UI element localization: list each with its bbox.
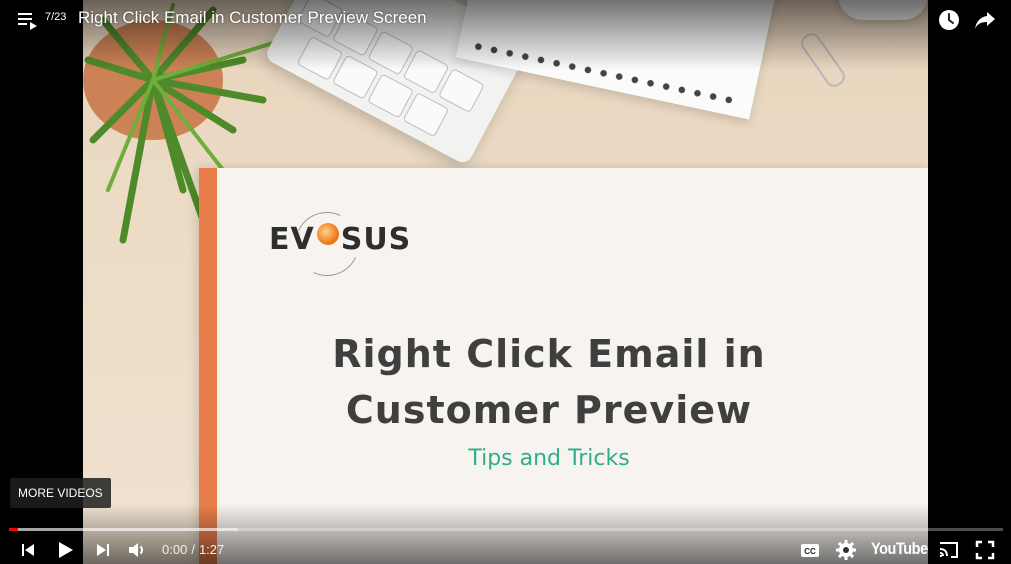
video-frame[interactable]: EV SUS Right Click Email in Customer Prev… <box>83 0 928 564</box>
share-icon[interactable] <box>973 8 997 32</box>
settings-icon <box>836 540 856 560</box>
fullscreen-icon <box>975 540 995 560</box>
captions-button[interactable]: CC <box>798 538 822 562</box>
slide-title: Right Click Email in Customer Preview <box>299 326 799 438</box>
duration: 1:27 <box>198 542 225 557</box>
slide-title-line-1: Right Click Email in <box>332 332 766 376</box>
time-separator: / <box>191 542 195 557</box>
progress-loaded <box>9 528 238 531</box>
cast-button[interactable] <box>937 538 961 562</box>
top-bar: 7/23 Right Click Email in Customer Previ… <box>0 0 1011 38</box>
logo-text-left: EV <box>269 222 315 257</box>
video-title[interactable]: Right Click Email in Customer Preview Sc… <box>78 8 427 28</box>
fullscreen-button[interactable] <box>973 538 997 562</box>
volume-button[interactable] <box>125 538 149 562</box>
playlist-count[interactable]: 7/23 <box>45 11 66 23</box>
captions-icon: CC <box>801 544 819 557</box>
slide-title-line-2: Customer Preview <box>345 388 753 432</box>
logo-text-right: SUS <box>340 222 412 257</box>
previous-button[interactable] <box>16 538 40 562</box>
current-time: 0:00 <box>162 542 188 557</box>
bottom-gradient <box>0 504 1011 564</box>
svg-text:CC: CC <box>804 547 816 556</box>
video-player[interactable]: EV SUS Right Click Email in Customer Prev… <box>0 0 1011 564</box>
next-button[interactable] <box>91 538 115 562</box>
playlist-icon[interactable] <box>18 12 38 30</box>
next-icon <box>97 544 109 556</box>
progress-bar[interactable] <box>9 528 1003 531</box>
play-icon <box>59 542 73 558</box>
logo-orb <box>317 223 339 245</box>
slide-subtitle: Tips and Tricks <box>468 446 630 471</box>
cast-icon <box>940 542 958 558</box>
progress-played <box>9 528 18 531</box>
volume-icon <box>129 543 143 557</box>
settings-button[interactable] <box>834 538 858 562</box>
time-display: 0:00/1:27 <box>162 542 224 557</box>
previous-icon <box>22 544 34 556</box>
evosus-logo: EV SUS <box>269 202 429 286</box>
play-button[interactable] <box>53 538 77 562</box>
youtube-logo[interactable]: YouTube <box>871 539 928 559</box>
watch-later-icon[interactable] <box>937 8 961 32</box>
logo-text: EV SUS <box>269 222 411 257</box>
